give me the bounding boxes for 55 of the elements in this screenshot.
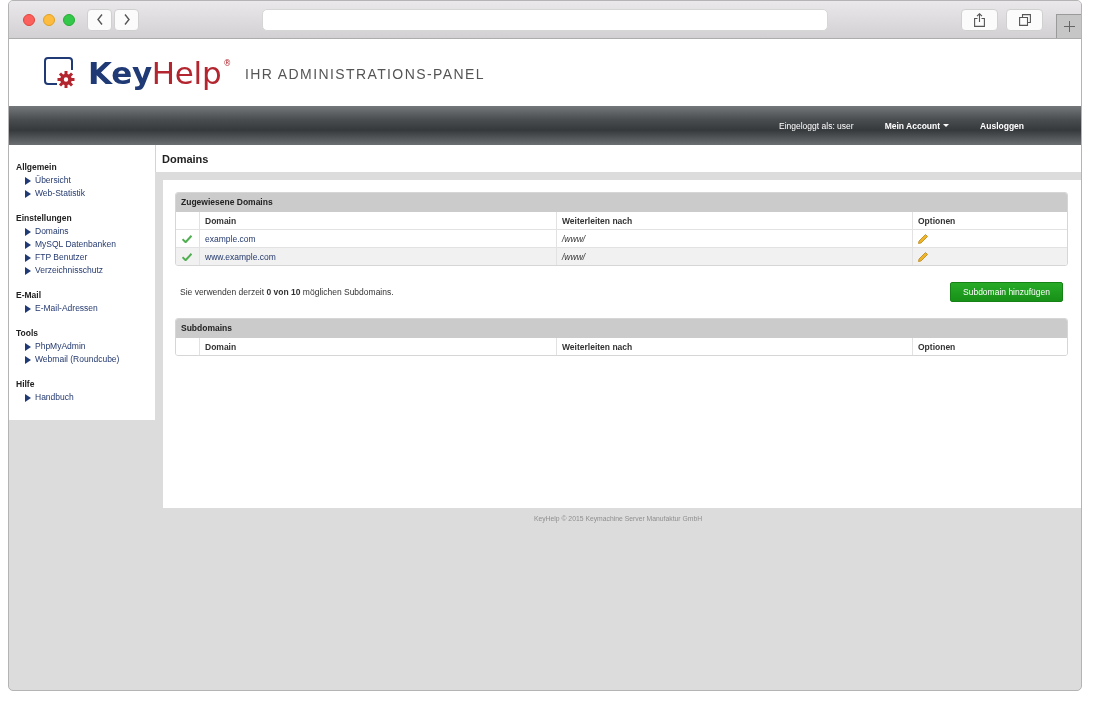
- redirect-path: /www/: [562, 251, 586, 262]
- sidebar-link[interactable]: Webmail (Roundcube): [25, 353, 120, 366]
- redirect-path: /www/: [562, 233, 586, 244]
- column-header: Optionen: [918, 215, 956, 226]
- sidebar-link[interactable]: Verzeichnisschutz: [25, 264, 104, 277]
- sidebar-heading: Tools: [16, 327, 39, 340]
- sidebar-heading: Allgemein: [16, 161, 57, 174]
- caret-icon: [943, 124, 950, 127]
- add-subdomain-button[interactable]: Subdomain hinzufügen: [950, 282, 1063, 302]
- table-title: Subdomains: [176, 319, 1067, 338]
- column-header: Domain: [205, 341, 237, 352]
- domain-link[interactable]: example.com: [205, 233, 256, 244]
- sidebar-link[interactable]: MySQL Datenbanken: [25, 238, 116, 251]
- plus-icon: [1063, 21, 1075, 32]
- new-tab-button[interactable]: [1056, 14, 1081, 38]
- sidebar-heading: Einstellungen: [16, 212, 72, 225]
- pencil-icon[interactable]: [918, 233, 928, 244]
- sidebar-link[interactable]: Web-Statistik: [25, 187, 85, 200]
- minimize-icon[interactable]: [43, 13, 55, 26]
- sidebar-link[interactable]: Domains: [25, 225, 69, 238]
- chevron-right-icon: [123, 14, 130, 25]
- sidebar-link[interactable]: FTP Benutzer: [25, 251, 88, 264]
- share-button[interactable]: [961, 8, 998, 31]
- back-button[interactable]: [87, 8, 112, 31]
- page-title: Domains: [162, 152, 209, 165]
- close-icon[interactable]: [23, 13, 35, 26]
- account-menu-button[interactable]: Mein Account: [884, 120, 950, 131]
- sidebar-heading: Hilfe: [16, 378, 35, 391]
- share-icon: [974, 12, 985, 27]
- table-title: Zugewiesene Domains: [176, 193, 1067, 212]
- column-header: Domain: [205, 215, 237, 226]
- forward-button[interactable]: [114, 8, 139, 31]
- column-header: Optionen: [918, 341, 956, 352]
- sidebar-link[interactable]: Übersicht: [25, 174, 71, 187]
- pencil-icon[interactable]: [918, 251, 928, 262]
- maximize-icon[interactable]: [63, 13, 75, 26]
- triangle-icon: [25, 393, 31, 402]
- sidebar-link[interactable]: PhpMyAdmin: [25, 340, 86, 353]
- logo-icon: [44, 56, 77, 89]
- logout-link[interactable]: Ausloggen: [980, 120, 1024, 131]
- triangle-icon: [25, 304, 31, 313]
- column-header: Weiterleiten nach: [562, 341, 633, 352]
- sidebar-link[interactable]: Handbuch: [25, 391, 74, 404]
- tagline: IHR ADMINISTRATIONS-PANEL: [245, 66, 485, 82]
- sidebar-link[interactable]: E-Mail-Adressen: [25, 302, 98, 315]
- domain-link[interactable]: www.example.com: [205, 251, 276, 262]
- tabs-icon: [1018, 13, 1031, 26]
- login-status: Eingeloggt als: user: [779, 120, 854, 131]
- usage-note: Sie verwenden derzeit 0 von 10 möglichen Subdomains.: [180, 287, 394, 297]
- logo-wordmark: KeyHelp$^{®}$: [88, 55, 231, 90]
- tabs-button[interactable]: [1006, 8, 1043, 31]
- address-field[interactable]: [262, 8, 828, 31]
- chevron-left-icon: [96, 14, 103, 25]
- column-header: Weiterleiten nach: [562, 215, 633, 226]
- sidebar-heading: E-Mail: [16, 289, 42, 302]
